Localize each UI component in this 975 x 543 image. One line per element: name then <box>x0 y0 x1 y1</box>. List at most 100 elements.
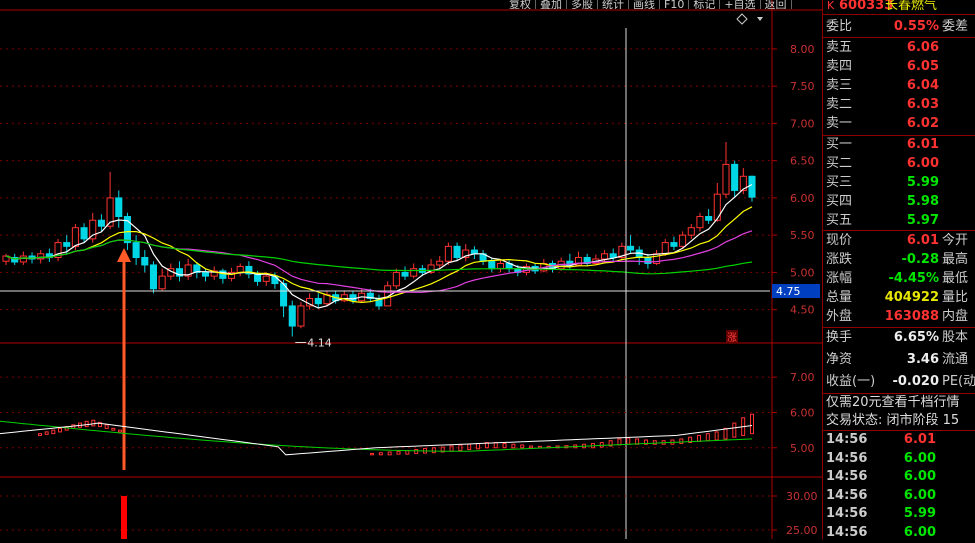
indicator-bar <box>104 424 109 429</box>
indicator-bar <box>387 451 392 456</box>
buy-level-4-label: 买四 <box>826 194 853 209</box>
tick-price: 6.00 <box>903 487 936 503</box>
header-prefix: K <box>827 0 835 12</box>
candle-body <box>453 245 461 258</box>
weibi-row: 委比 0.55% 委差 <box>823 17 975 36</box>
toolbar-button-8[interactable]: 返回 <box>761 0 792 9</box>
indicator-bar <box>732 422 737 438</box>
ind-ytick-label: 7.00 <box>790 371 815 384</box>
stat2-row-1: 净资 3.46 流通 <box>823 350 975 369</box>
indicator-bar <box>414 449 419 454</box>
stat-row-0-ext: 今开 <box>942 233 969 248</box>
main-ytick-label: 4.50 <box>790 304 815 317</box>
indicator-bar <box>458 444 463 452</box>
toolbar-button-5[interactable]: F10 <box>660 0 690 9</box>
chevron-down-icon <box>757 17 763 21</box>
main-ytick-label: 7.50 <box>790 80 815 93</box>
indicator-bar <box>714 431 719 441</box>
indicator-bar <box>111 427 116 431</box>
stat-row-3-ext: 量比 <box>942 290 969 305</box>
volume-signal-bar <box>121 496 127 539</box>
candle-body <box>609 253 617 258</box>
kline-svg[interactable]: 8.00 7.50 7.00 6.50 6.00 5.50 5.00 4.50 4.75 4.14… <box>0 0 822 539</box>
candle-body <box>349 294 357 302</box>
toolbar-button-3[interactable]: 统计 <box>598 0 629 9</box>
indicator-bar <box>44 431 49 435</box>
candle-body <box>288 305 296 327</box>
candle-body <box>627 245 635 251</box>
candle-body <box>63 242 71 247</box>
stat2-row-1-value: 3.46 <box>906 352 939 367</box>
buy-level-1: 买一 6.01 <box>823 135 975 154</box>
candle-body <box>149 264 158 290</box>
indicator-bar <box>91 419 96 427</box>
stat2-row-0-label: 换手 <box>826 330 853 345</box>
sell-level-2: 卖二 6.03 <box>823 95 975 114</box>
tick-row: 14:56 6.00 <box>823 449 975 468</box>
stat-row-4: 外盘 163088 内盘 <box>823 307 975 326</box>
stat-row-0-label: 现价 <box>826 233 853 248</box>
tick-price: 6.01 <box>903 432 936 447</box>
sell-level-3-value: 6.04 <box>906 78 939 93</box>
buy-level-3-value: 5.99 <box>906 175 939 190</box>
indicator-bar <box>118 429 122 433</box>
indicator-bar <box>696 434 701 442</box>
indicator-bar <box>58 427 62 433</box>
stat-row-2: 涨幅 -4.45% 最低 <box>823 269 975 288</box>
candle-body <box>97 219 105 227</box>
indicator-bar <box>51 429 56 435</box>
sell-level-3-label: 卖三 <box>826 78 853 93</box>
buy-level-2: 买二 6.00 <box>823 154 975 173</box>
sell-level-4-label: 卖四 <box>826 59 853 74</box>
indicator-bar <box>705 433 710 442</box>
main-ytick-label: 6.50 <box>790 155 815 168</box>
weibi-label: 委比 <box>826 19 853 34</box>
main-ytick-label: 5.50 <box>790 229 815 242</box>
signal-badge: 涨 <box>727 332 737 344</box>
indicator-bar <box>626 437 631 445</box>
ind-ytick-label: 6.00 <box>790 406 815 419</box>
indicator-bar <box>723 427 728 440</box>
candle-body <box>314 297 322 305</box>
signal-arrow-head <box>117 248 131 262</box>
tick-row: 14:56 6.00 <box>823 486 975 505</box>
toolbar-button-2[interactable]: 多股 <box>567 0 598 9</box>
candle-body <box>141 257 149 266</box>
stat2-row-2-label: 收益(一) <box>826 374 876 389</box>
sell-level-2-label: 卖二 <box>826 97 853 112</box>
buy-level-2-label: 买二 <box>826 156 853 171</box>
candle-body <box>19 255 27 263</box>
buy-level-1-value: 6.01 <box>906 137 939 152</box>
indicator-bar <box>449 445 454 452</box>
tick-price: 5.99 <box>903 506 936 521</box>
toolbar-button-0[interactable]: 复权 <box>505 0 536 9</box>
candle-body <box>132 242 140 259</box>
candle-body <box>488 260 496 270</box>
toolbar-button-6[interactable]: 标记 <box>689 0 721 9</box>
indicator-line-green <box>0 420 753 452</box>
toolbar-button-7[interactable]: +自选 <box>720 0 761 9</box>
buy-level-3-label: 买三 <box>826 175 853 190</box>
stat-row-0: 现价 6.01 今开 <box>823 231 975 250</box>
candle-body <box>644 257 652 264</box>
promo-row[interactable]: 仅需20元查看千档行情 <box>823 393 975 412</box>
tick-row: 14:56 6.00 <box>823 467 975 486</box>
toolbar-button-4[interactable]: 画线 <box>629 0 660 9</box>
trade-state-text: 交易状态: 闭市阶段 15 <box>826 413 960 428</box>
indicator-bar <box>502 443 507 449</box>
ind-ytick-label: 5.00 <box>790 442 815 455</box>
candle-body <box>236 265 244 273</box>
indicator-bar <box>617 438 622 446</box>
sell-level-5: 卖五 6.06 <box>823 38 975 57</box>
candle-body <box>687 227 695 236</box>
toolbar-button-1[interactable]: 叠加 <box>536 0 567 9</box>
candle-body <box>731 163 739 191</box>
buy-level-1-label: 买一 <box>826 137 853 152</box>
stat-row-4-value: 163088 <box>884 309 939 324</box>
tick-time: 14:56 <box>826 432 868 447</box>
indicator-bar <box>84 420 89 428</box>
candle-body <box>410 268 418 277</box>
trade-state-row: 交易状态: 闭市阶段 15 <box>823 411 975 430</box>
stat2-row-2-value: -0.020 <box>892 374 939 389</box>
candle-body <box>115 197 123 218</box>
